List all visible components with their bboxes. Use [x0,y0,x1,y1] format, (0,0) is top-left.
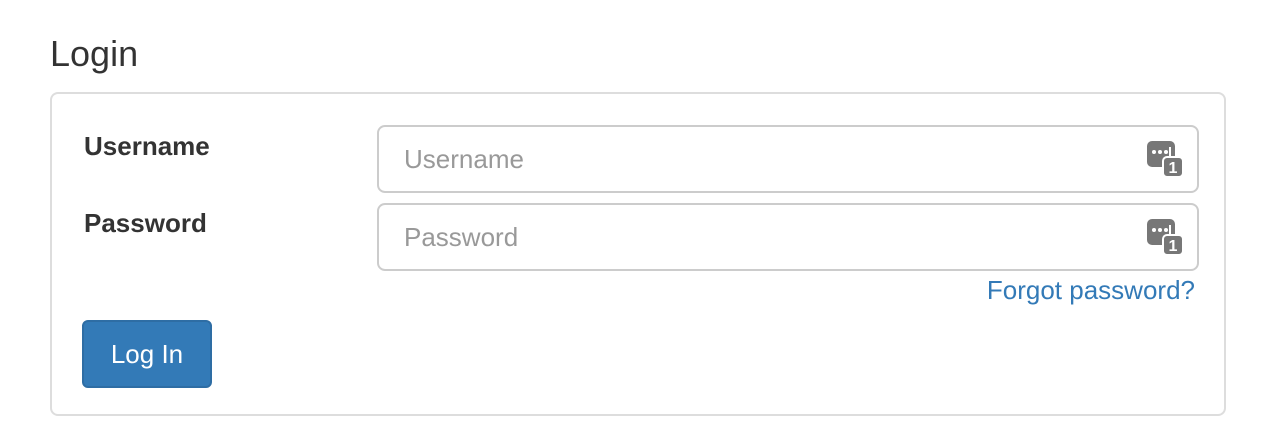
forgot-password-link[interactable]: Forgot password? [987,274,1195,306]
login-panel: Username 1 Password 1 Forgot password? L… [50,92,1226,416]
svg-text:1: 1 [1169,160,1178,177]
login-button[interactable]: Log In [82,320,212,388]
password-manager-icon[interactable]: 1 [1147,219,1183,255]
page-title: Login [50,33,139,74]
password-field-wrapper: 1 [377,203,1199,271]
username-input[interactable] [377,125,1199,193]
username-label: Username [84,131,210,161]
svg-text:1: 1 [1169,238,1178,255]
username-field-wrapper: 1 [377,125,1199,193]
password-manager-icon[interactable]: 1 [1147,141,1183,177]
password-label: Password [84,208,207,238]
password-input[interactable] [377,203,1199,271]
